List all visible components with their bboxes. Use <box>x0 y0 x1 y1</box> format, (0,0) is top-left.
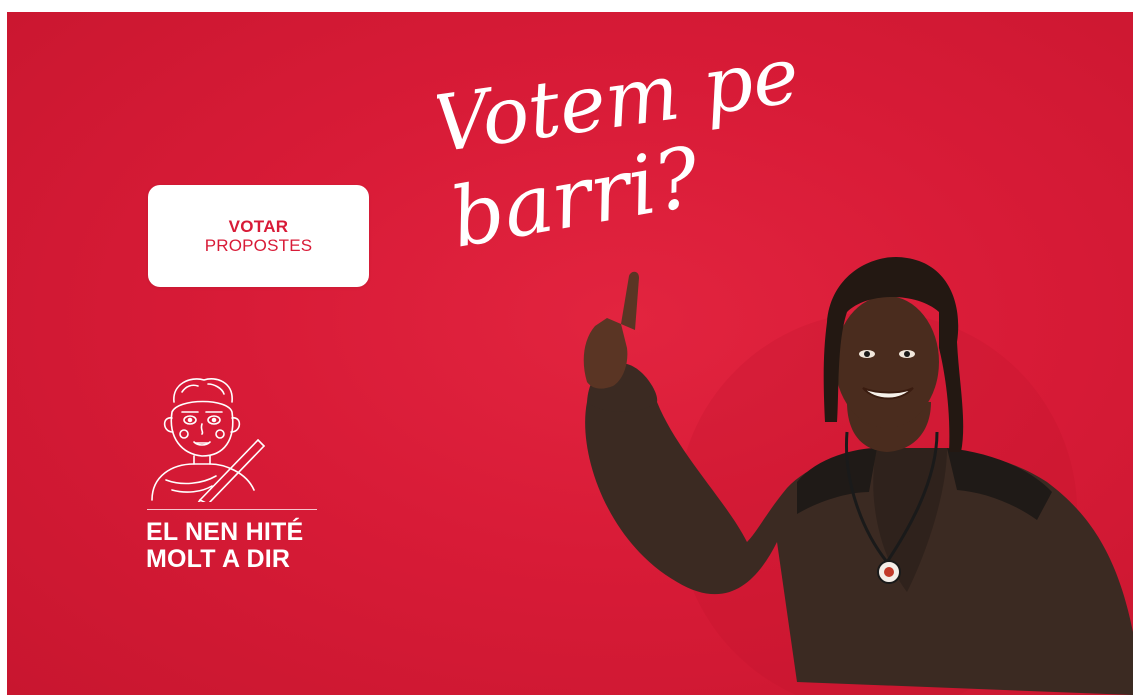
tagline-line2: MOLT A DIR <box>146 545 291 573</box>
hero-banner: VOTAR PROPOSTES Votem pel barri? EL NEN … <box>7 12 1133 695</box>
headline-art: Votem pel barri? <box>427 27 829 267</box>
tagline-line1: EL NEN HITÉ <box>146 518 304 546</box>
vote-button-line1: VOTAR <box>228 217 289 236</box>
vote-button-line2: PROPOSTES <box>204 236 313 255</box>
tagline-divider <box>147 509 317 510</box>
child-character-with-pencil-icon <box>142 372 282 507</box>
smiling-man-pointing-up <box>547 252 1133 695</box>
vote-proposals-button[interactable]: VOTAR PROPOSTES <box>148 185 369 287</box>
tagline: EL NEN HITÉ MOLT A DIR <box>146 519 303 573</box>
headline: Votem pel barri? <box>427 27 829 282</box>
